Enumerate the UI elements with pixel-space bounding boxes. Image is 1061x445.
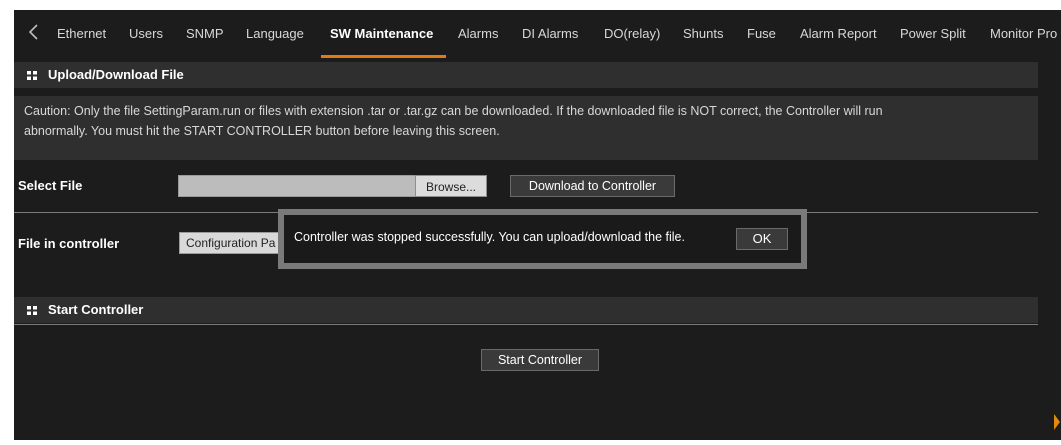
tab-alarms[interactable]: Alarms — [458, 10, 498, 58]
section-title: Start Controller — [48, 302, 144, 317]
select-file-label: Select File — [18, 178, 83, 193]
divider — [14, 324, 1038, 325]
tab-language[interactable]: Language — [246, 10, 304, 58]
section-title: Upload/Download File — [48, 67, 184, 82]
grid-icon — [27, 71, 37, 80]
tab-sw-maintenance[interactable]: SW Maintenance — [330, 10, 433, 58]
tab-ethernet[interactable]: Ethernet — [57, 10, 106, 58]
confirmation-dialog: Controller was stopped successfully. You… — [278, 209, 807, 269]
play-right-icon[interactable] — [1051, 404, 1061, 440]
start-controller-header: Start Controller — [14, 297, 1038, 323]
tab-fuse[interactable]: Fuse — [747, 10, 776, 58]
page: Ethernet Users SNMP Language SW Maintena… — [0, 0, 1061, 440]
chevron-left-icon[interactable] — [24, 22, 44, 42]
tab-power-split[interactable]: Power Split — [900, 10, 966, 58]
upload-download-header: Upload/Download File — [14, 62, 1038, 88]
sw-maintenance-panel: Ethernet Users SNMP Language SW Maintena… — [14, 10, 1061, 440]
start-controller-button[interactable]: Start Controller — [481, 349, 599, 371]
file-in-controller-select[interactable]: Configuration Pa — [179, 232, 289, 254]
tab-snmp[interactable]: SNMP — [186, 10, 224, 58]
tab-alarm-report[interactable]: Alarm Report — [800, 10, 877, 58]
dialog-message: Controller was stopped successfully. You… — [294, 230, 685, 244]
tab-di-alarms[interactable]: DI Alarms — [522, 10, 578, 58]
active-tab-indicator — [321, 55, 446, 58]
ok-button[interactable]: OK — [736, 228, 788, 250]
tab-users[interactable]: Users — [129, 10, 163, 58]
top-navigation: Ethernet Users SNMP Language SW Maintena… — [14, 10, 1061, 58]
browse-button[interactable]: Browse... — [415, 175, 487, 197]
dialog-body: Controller was stopped successfully. You… — [284, 215, 801, 263]
grid-icon — [27, 306, 37, 315]
file-path-field[interactable] — [178, 175, 416, 197]
download-to-controller-button[interactable]: Download to Controller — [510, 175, 675, 197]
caution-line-2: abnormally. You must hit the START CONTR… — [24, 124, 500, 138]
tab-monitor-pro[interactable]: Monitor Pro — [990, 10, 1057, 58]
tab-do-relay[interactable]: DO(relay) — [604, 10, 660, 58]
tab-shunts[interactable]: Shunts — [683, 10, 723, 58]
file-in-controller-label: File in controller — [18, 236, 120, 251]
caution-line-1: Caution: Only the file SettingParam.run … — [24, 104, 883, 118]
caution-message: Caution: Only the file SettingParam.run … — [14, 96, 1038, 160]
